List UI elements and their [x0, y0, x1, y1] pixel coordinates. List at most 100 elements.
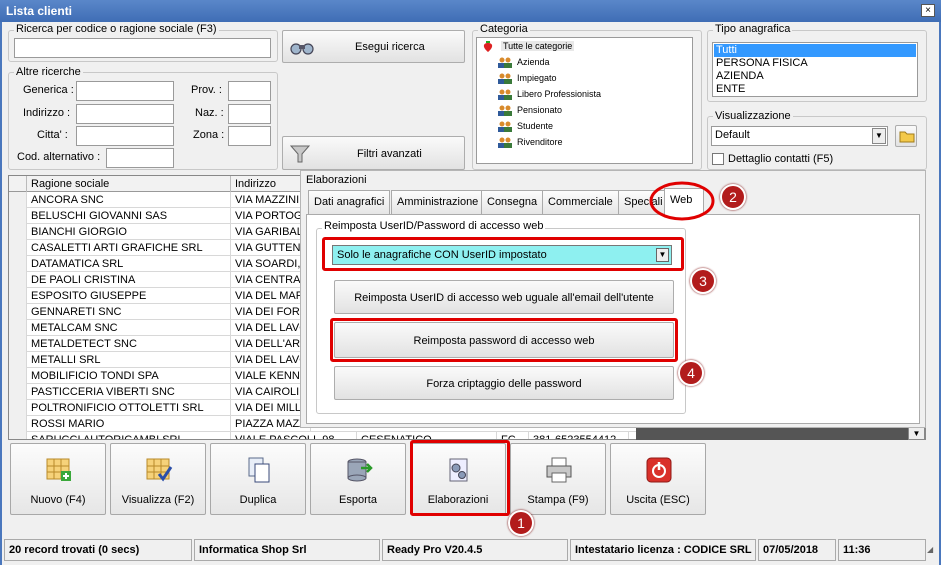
cell-address: VIA PORTOGA — [231, 208, 311, 224]
prov-input[interactable] — [228, 81, 271, 101]
search-input[interactable] — [14, 38, 271, 58]
folder-button[interactable] — [895, 125, 917, 147]
cell-address: VIA CAIROLI, — [231, 384, 311, 400]
visual-select-value: Default — [715, 129, 750, 141]
people-icon — [498, 73, 512, 85]
cell-name: METALDETECT SNC — [27, 336, 231, 352]
row-selector[interactable] — [9, 384, 27, 400]
row-selector[interactable] — [9, 416, 27, 432]
annotation-badge-4: 4 — [678, 360, 704, 386]
cell-address: PIAZZA MAZZ — [231, 416, 311, 432]
tipo-item[interactable]: PERSONA FISICA — [716, 57, 808, 69]
row-selector[interactable] — [9, 256, 27, 272]
people-icon — [498, 89, 512, 101]
cell-name: GENNARETI SNC — [27, 304, 231, 320]
row-selector[interactable] — [9, 272, 27, 288]
naz-label: Naz. : — [195, 107, 224, 119]
detail-checkbox[interactable] — [712, 153, 724, 165]
tab-dati-anagrafici[interactable]: Dati anagrafici — [308, 190, 391, 214]
cell-address: VIA DEL LAVO — [231, 352, 311, 368]
annotation-badge-2: 2 — [720, 184, 746, 210]
cell-address: VIA DELL'ARTI — [231, 336, 311, 352]
tab-amministrazione[interactable]: Amministrazione — [391, 190, 485, 214]
cell-name: ANCORA SNC — [27, 192, 231, 208]
row-selector[interactable] — [9, 224, 27, 240]
row-selector[interactable] — [9, 304, 27, 320]
tree-item-studente[interactable]: Studente — [497, 121, 553, 133]
cell-address: VIA GARIBALD — [231, 224, 311, 240]
tipo-item[interactable]: AZIENDA — [716, 70, 764, 82]
tree-item-libero-professionista[interactable]: Libero Professionista — [497, 89, 601, 101]
reset-userid-label: Reimposta UserID di accesso web uguale a… — [354, 292, 654, 304]
row-selector[interactable] — [9, 240, 27, 256]
execute-search-button[interactable]: Esegui ricerca — [282, 30, 465, 63]
cell-name: METALCAM SNC — [27, 320, 231, 336]
close-icon[interactable]: × — [921, 4, 935, 17]
binoculars-icon — [290, 43, 314, 55]
row-selector[interactable] — [9, 336, 27, 352]
naz-input[interactable] — [228, 104, 271, 124]
people-icon — [498, 121, 512, 133]
new-button[interactable]: Nuovo (F4) — [10, 443, 106, 515]
export-button[interactable]: Esporta — [310, 443, 406, 515]
reset-legend: Reimposta UserID/Password di accesso web — [322, 220, 546, 232]
row-selector[interactable] — [9, 400, 27, 416]
tree-item-rivenditore[interactable]: Rivenditore — [497, 137, 563, 149]
tree-item-root[interactable]: Tutte le categorie — [481, 41, 575, 53]
grid-scrollbar[interactable] — [636, 427, 908, 440]
power-icon — [646, 457, 672, 483]
row-selector[interactable] — [9, 352, 27, 368]
exit-button[interactable]: Uscita (ESC) — [610, 443, 706, 515]
grid-header-name[interactable]: Ragione sociale — [27, 176, 231, 192]
cell-name: SARUCCI AUTORICAMBI SRL — [27, 432, 231, 439]
tipo-item-selected[interactable]: Tutti — [714, 44, 916, 57]
row-selector[interactable] — [9, 208, 27, 224]
tree-item-azienda[interactable]: Azienda — [497, 57, 550, 69]
row-selector[interactable] — [9, 320, 27, 336]
indirizzo-input[interactable] — [76, 104, 174, 124]
visual-select[interactable]: Default ▼ — [711, 126, 888, 146]
print-button-label: Stampa (F9) — [527, 494, 589, 506]
people-icon — [498, 105, 512, 117]
tab-commerciale[interactable]: Commerciale — [542, 190, 619, 214]
zona-label: Zona : — [193, 129, 225, 141]
row-selector[interactable] — [9, 288, 27, 304]
cod-alternativo-input[interactable] — [106, 148, 174, 168]
category-legend: Categoria — [478, 23, 530, 35]
tree-item-pensionato[interactable]: Pensionato — [497, 105, 562, 117]
tree-label: Tutte le categorie — [501, 41, 575, 51]
tree-label: Rivenditore — [517, 137, 563, 147]
print-button[interactable]: Stampa (F9) — [510, 443, 606, 515]
tipo-list[interactable]: Tutti PERSONA FISICA AZIENDA ENTE — [712, 42, 918, 97]
reset-userid-button[interactable]: Reimposta UserID di accesso web uguale a… — [334, 280, 674, 314]
cell-address: VIA DEL LAVO — [231, 320, 311, 336]
scroll-down-icon[interactable]: ▼ — [908, 427, 925, 440]
tipo-item[interactable]: ENTE — [716, 83, 745, 95]
resize-grip-icon[interactable]: ◢ — [927, 545, 937, 559]
row-selector[interactable] — [9, 432, 27, 439]
category-tree[interactable]: Tutte le categorie Azienda Impiegato Lib… — [476, 37, 693, 164]
duplicate-button-label: Duplica — [239, 494, 277, 506]
view-record-icon — [146, 458, 173, 482]
chevron-down-icon[interactable]: ▼ — [872, 128, 886, 144]
force-encryption-button[interactable]: Forza criptaggio delle password — [334, 366, 674, 400]
cell-name: POLTRONIFICIO OTTOLETTI SRL — [27, 400, 231, 416]
row-selector[interactable] — [9, 192, 27, 208]
export-button-label: Esporta — [339, 494, 377, 506]
people-icon — [498, 137, 512, 149]
cell-name: ROSSI MARIO — [27, 416, 231, 432]
tree-label: Impiegato — [517, 73, 557, 83]
view-button[interactable]: Visualizza (F2) — [110, 443, 206, 515]
new-button-label: Nuovo (F4) — [30, 494, 86, 506]
zona-input[interactable] — [228, 126, 271, 146]
cell-address: VIALE PASCOLI, 98 — [231, 432, 357, 439]
tree-item-impiegato[interactable]: Impiegato — [497, 73, 557, 85]
tab-consegna[interactable]: Consegna — [481, 190, 544, 214]
advanced-filters-button[interactable]: Filtri avanzati — [282, 136, 465, 170]
row-selector[interactable] — [9, 368, 27, 384]
citta-input[interactable] — [76, 126, 174, 146]
cell-address: VIA DEI FORZ — [231, 304, 311, 320]
cell-address: VIA DEL MARE — [231, 288, 311, 304]
duplicate-button[interactable]: Duplica — [210, 443, 306, 515]
generica-input[interactable] — [76, 81, 174, 101]
